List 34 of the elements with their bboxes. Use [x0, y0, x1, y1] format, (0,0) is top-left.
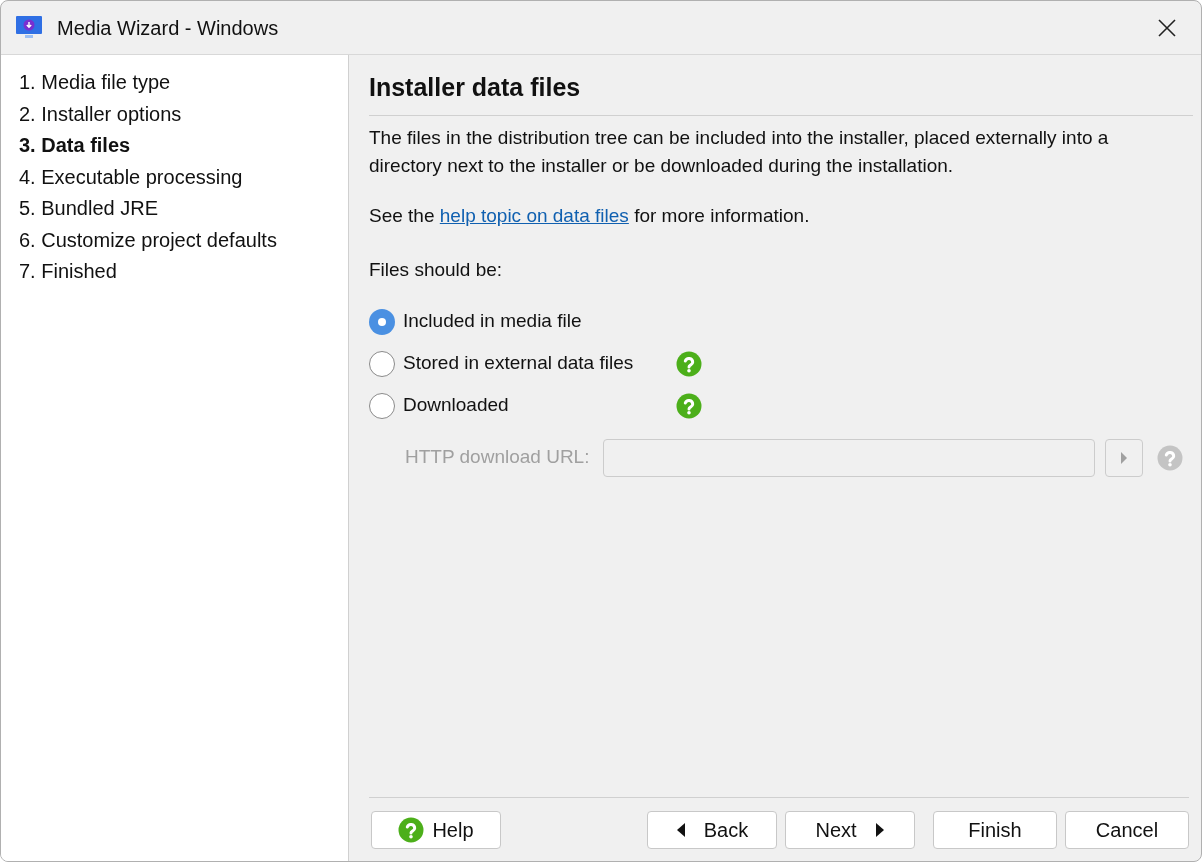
page-heading: Installer data files — [369, 72, 581, 103]
step-item: 4. Executable processing — [19, 164, 243, 190]
radio-button[interactable] — [369, 308, 395, 335]
step-item: 6. Customize project defaults — [19, 227, 277, 253]
step-item: 1. Media file type — [19, 70, 171, 95]
help-icon[interactable] — [676, 392, 702, 419]
description-text: The files in the distribution tree can be included into the installer, placed externally into a directory next to the installer or be downloaded during the installation. — [369, 125, 1110, 178]
option-label: Included in media file — [403, 309, 583, 334]
monitor-download-icon — [15, 14, 43, 41]
option-label: Downloaded — [403, 393, 510, 418]
radio-button[interactable] — [369, 392, 395, 419]
group-label: Files should be: — [369, 258, 503, 282]
wizard-button[interactable]: Cancel — [1065, 810, 1189, 849]
url-label: HTTP download URL: — [405, 445, 590, 470]
help-topic-link[interactable]: help topic on data files — [439, 204, 629, 226]
step-item: 7. Finished — [19, 259, 117, 284]
step-item: 5. Bundled JRE — [19, 196, 158, 221]
help-icon[interactable] — [676, 350, 702, 377]
help-icon[interactable] — [1157, 444, 1184, 471]
option-label: Stored in external data files — [403, 351, 635, 376]
radio-button[interactable] — [369, 350, 395, 377]
step-item: 3. Data files — [19, 133, 131, 158]
left-triangle-icon — [675, 821, 686, 838]
wizard-button[interactable]: Next — [785, 810, 915, 849]
step-item: 2. Installer options — [19, 101, 182, 127]
help-sentence: See the help topic on data files for more information. — [369, 203, 810, 228]
close-icon — [1158, 18, 1176, 37]
window-title: Media Wizard - Windows — [57, 15, 279, 41]
help-button[interactable]: Help — [371, 810, 501, 849]
play-icon — [1120, 450, 1129, 465]
wizard-button[interactable]: Back — [647, 810, 777, 849]
help-icon[interactable] — [398, 816, 425, 843]
wizard-button[interactable]: Finish — [933, 810, 1057, 849]
right-triangle-icon — [874, 821, 885, 838]
